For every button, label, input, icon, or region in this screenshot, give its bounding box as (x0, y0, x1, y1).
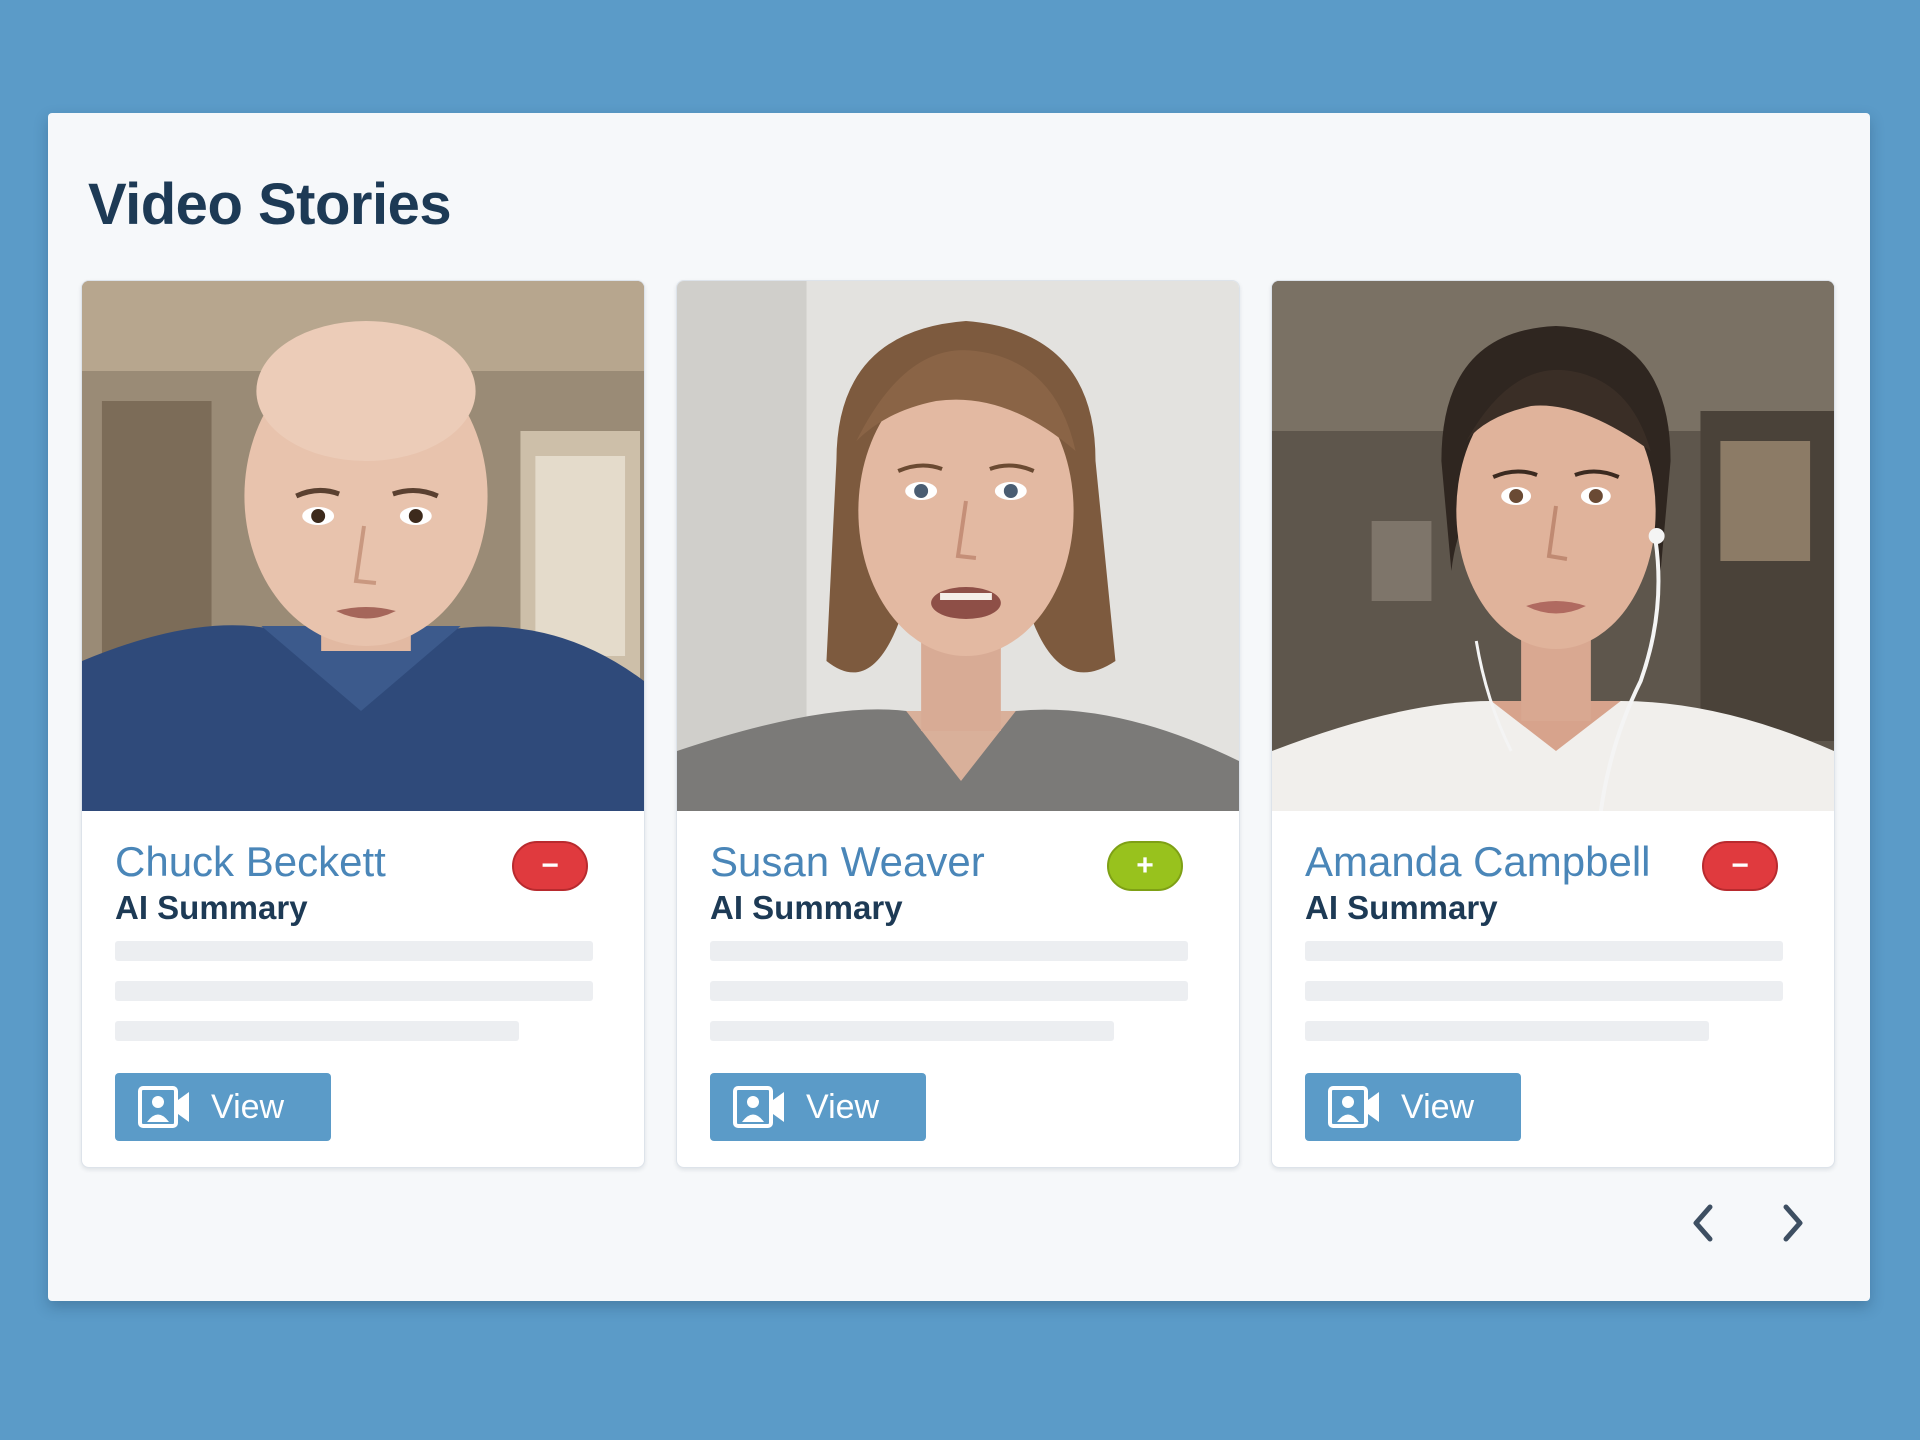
card-list: Chuck Beckett − AI Summary View Susan We… (81, 280, 1835, 1168)
story-card: Amanda Campbell − AI Summary View (1271, 280, 1835, 1168)
video-thumbnail[interactable] (1272, 281, 1834, 811)
previous-page-button[interactable] (1678, 1198, 1728, 1248)
video-camera-user-icon (1328, 1086, 1379, 1128)
video-thumbnail[interactable] (82, 281, 644, 811)
view-button[interactable]: View (115, 1073, 331, 1141)
card-name[interactable]: Amanda Campbell (1305, 838, 1651, 886)
summary-placeholder-line (1305, 1021, 1709, 1041)
view-button-label: View (806, 1087, 880, 1126)
video-camera-user-icon (138, 1086, 189, 1128)
summary-placeholder-line (1305, 941, 1783, 961)
summary-placeholder-line (115, 1021, 519, 1041)
card-name[interactable]: Chuck Beckett (115, 838, 386, 886)
view-button[interactable]: View (710, 1073, 926, 1141)
summary-placeholder-line (710, 941, 1188, 961)
video-thumbnail[interactable] (677, 281, 1239, 811)
card-subtitle: AI Summary (710, 889, 903, 926)
summary-placeholder-line (115, 981, 593, 1001)
card-name[interactable]: Susan Weaver (710, 838, 985, 886)
summary-placeholder-line (710, 1021, 1114, 1041)
summary-placeholder-line (710, 981, 1188, 1001)
card-subtitle: AI Summary (1305, 889, 1498, 926)
remove-badge[interactable]: − (1702, 841, 1778, 891)
view-button[interactable]: View (1305, 1073, 1521, 1141)
remove-badge[interactable]: − (512, 841, 588, 891)
chevron-left-icon (1693, 1204, 1713, 1242)
next-page-button[interactable] (1768, 1198, 1818, 1248)
add-badge[interactable]: + (1107, 841, 1183, 891)
page-title: Video Stories (88, 172, 452, 237)
view-button-label: View (1401, 1087, 1475, 1126)
story-card: Susan Weaver + AI Summary View (676, 280, 1240, 1168)
story-card: Chuck Beckett − AI Summary View (81, 280, 645, 1168)
view-button-label: View (211, 1087, 285, 1126)
summary-placeholder-line (1305, 981, 1783, 1001)
card-subtitle: AI Summary (115, 889, 308, 926)
chevron-right-icon (1783, 1204, 1803, 1242)
summary-placeholder-line (115, 941, 593, 961)
video-camera-user-icon (733, 1086, 784, 1128)
video-stories-panel: Video Stories Chuck Beckett − AI Summary… (48, 113, 1870, 1301)
